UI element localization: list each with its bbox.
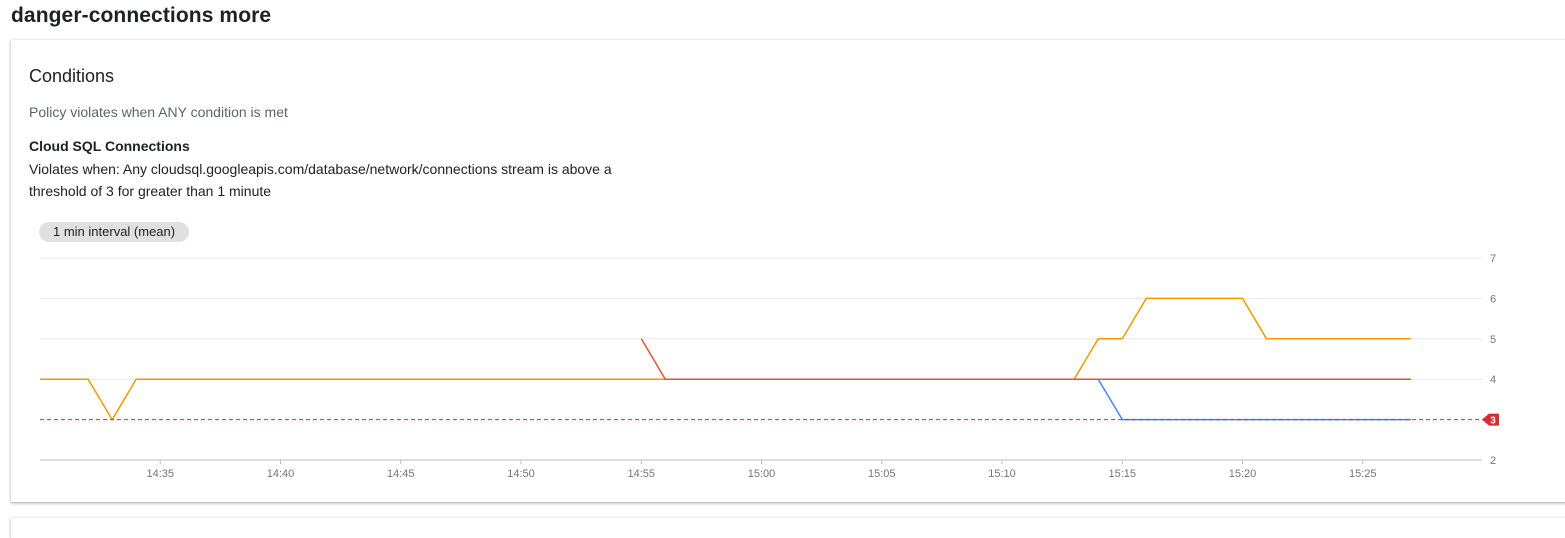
series-line-2 (1097, 378, 1411, 421)
page-title: danger-connections more (11, 4, 272, 27)
x-tick-label: 15:20 (1229, 468, 1257, 480)
x-tick-label: 15:15 (1108, 468, 1136, 480)
x-tick-label: 14:45 (387, 468, 415, 480)
y-tick-label: 5 (1490, 334, 1496, 346)
series-line-1 (640, 338, 1411, 380)
x-tick-label: 14:55 (627, 468, 655, 480)
x-tick-label: 14:35 (146, 468, 174, 480)
y-tick-label: 7 (1490, 253, 1496, 265)
x-tick-label: 15:25 (1349, 468, 1377, 480)
x-tick-label: 15:00 (748, 468, 776, 480)
x-tick-label: 15:05 (868, 468, 896, 480)
x-tick-label: 14:50 (507, 468, 535, 480)
x-tick-label: 15:10 (988, 468, 1016, 480)
x-tick-label: 14:40 (267, 468, 295, 480)
conditions-card: Conditions Policy violates when ANY cond… (11, 40, 1565, 502)
connections-chart: 3 7 6 5 4 2 14:35 14:40 14:45 14:50 14:55 15:00 15… (40, 253, 1499, 480)
next-card (11, 518, 1565, 538)
series-line-0 (40, 297, 1411, 421)
y-tick-label: 4 (1490, 374, 1496, 386)
y-tick-label: 6 (1490, 293, 1496, 305)
threshold-label: 3 (1490, 416, 1496, 427)
y-tick-label: 2 (1490, 455, 1496, 467)
